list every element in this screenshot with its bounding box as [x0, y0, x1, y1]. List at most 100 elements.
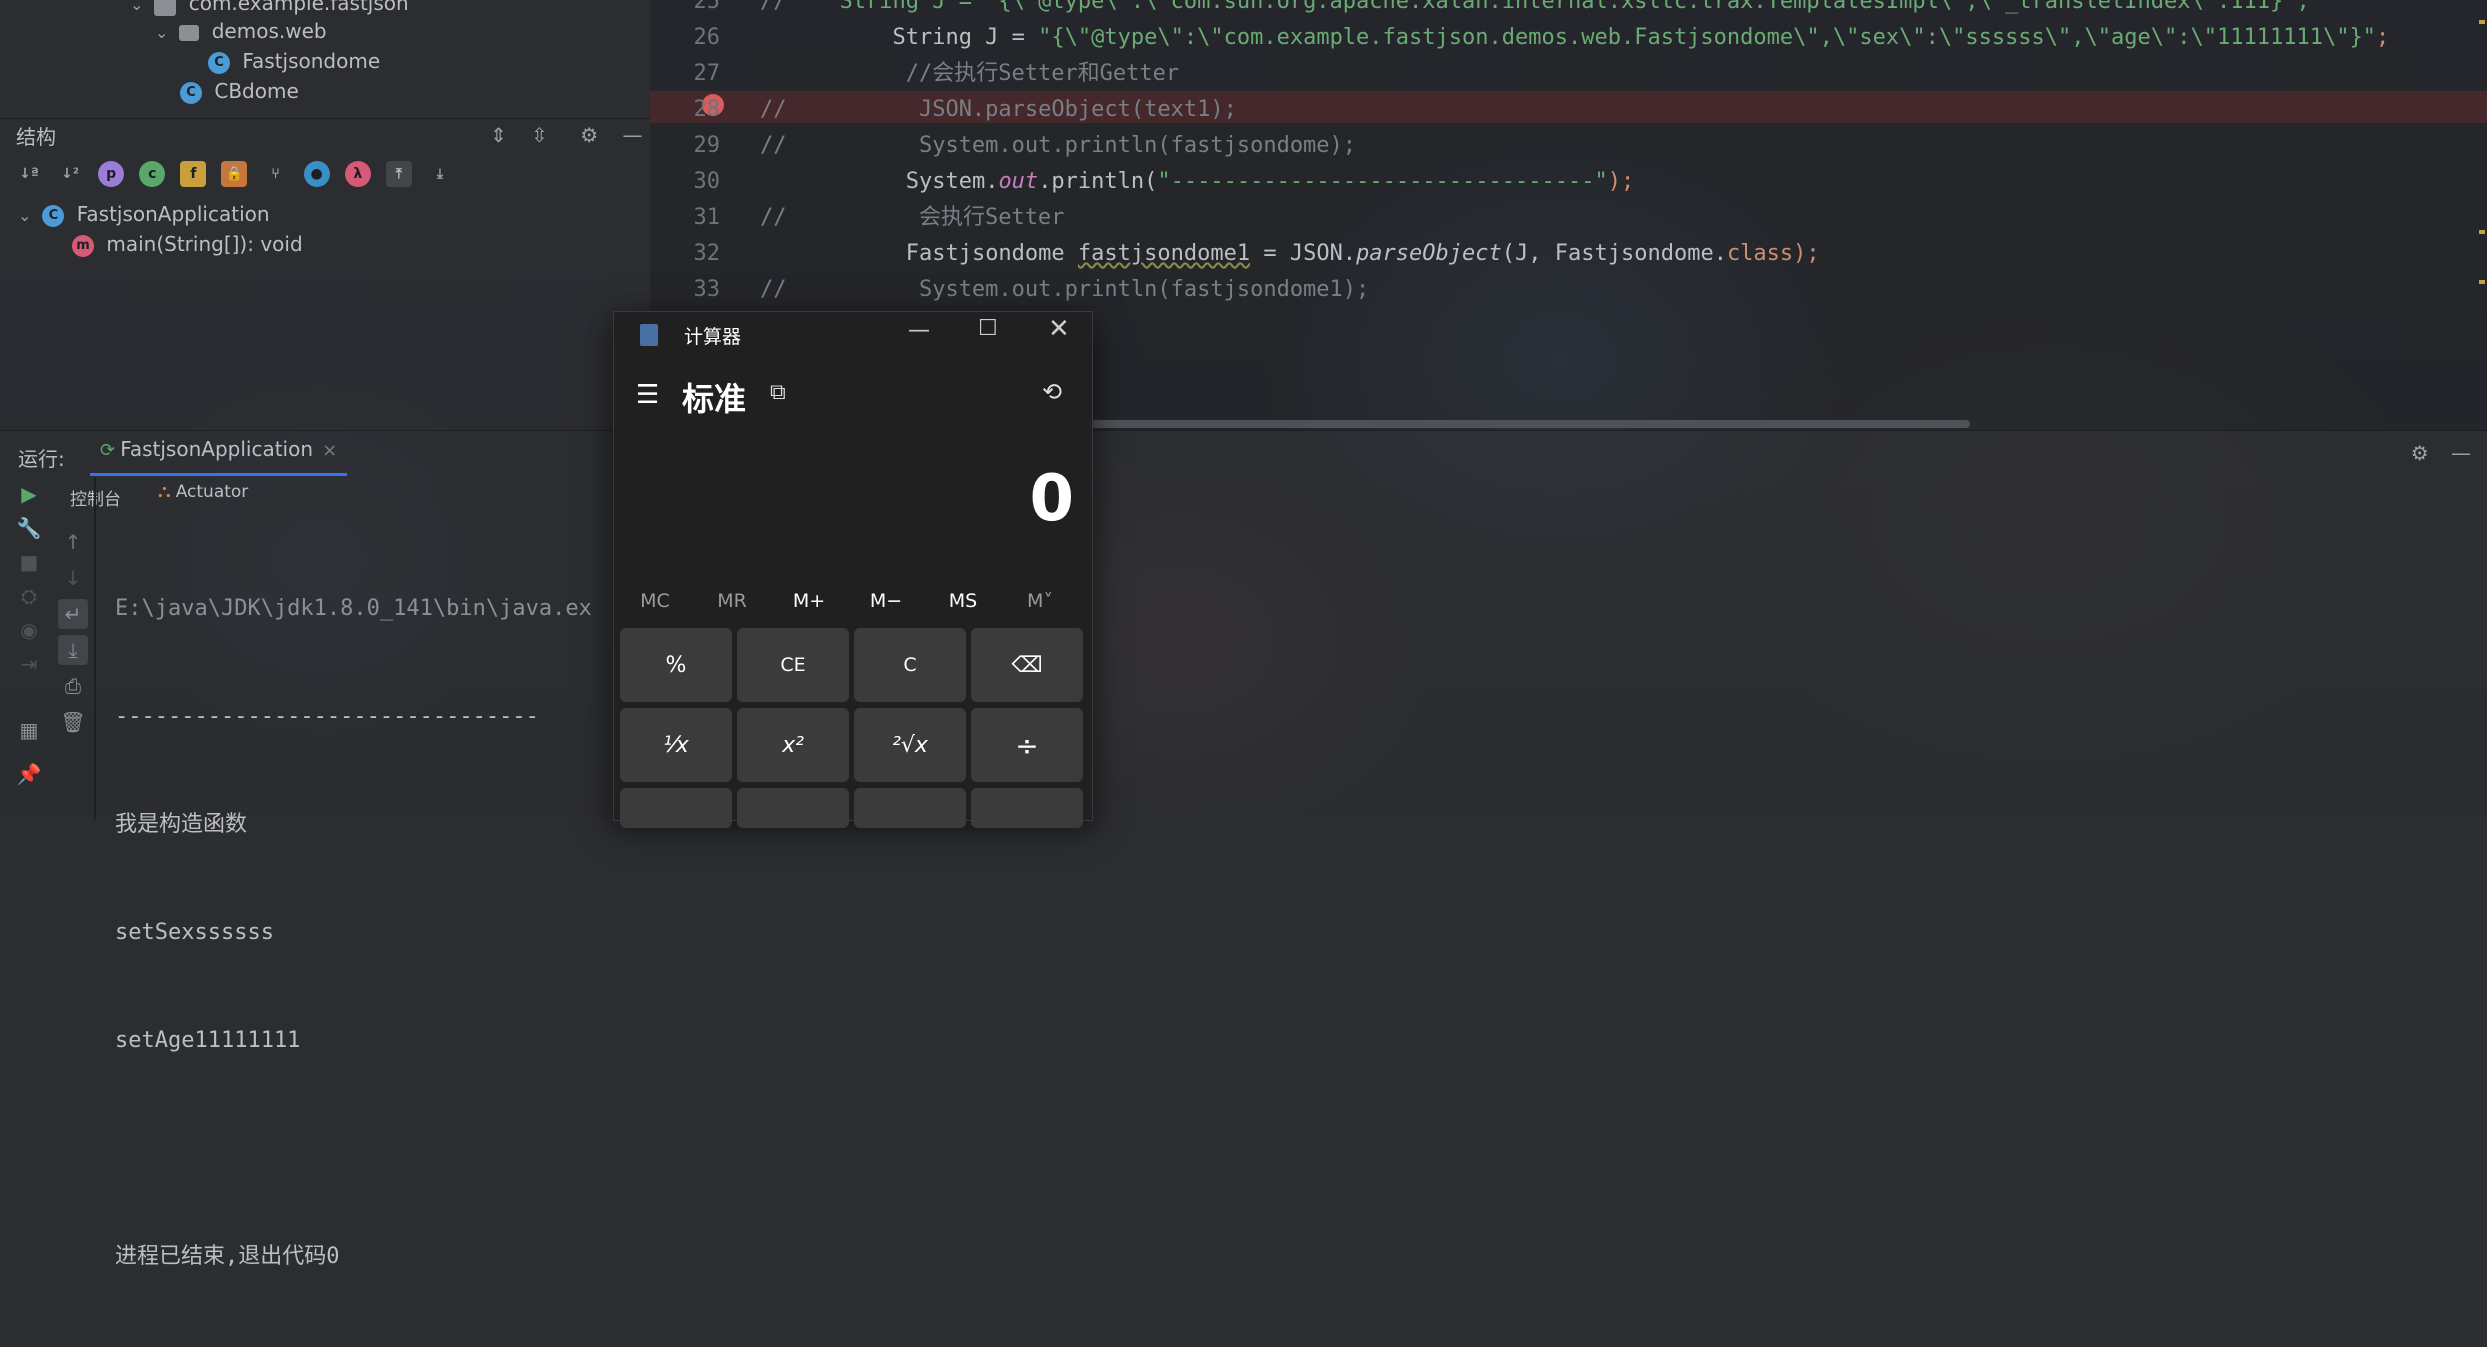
gear-icon[interactable]: ⚙	[580, 123, 598, 147]
memory-clear-button[interactable]: MC	[620, 590, 690, 612]
console-line: --------------------------------	[115, 704, 539, 729]
menu-icon[interactable]: ☰	[636, 380, 659, 410]
scroll-to-end-icon[interactable]: ⤓	[58, 635, 88, 665]
autoscroll-from-source-icon[interactable]: ⤓	[427, 161, 453, 187]
maximize-button[interactable]: ☐	[978, 316, 998, 341]
clear-button[interactable]: C	[854, 628, 966, 702]
memory-list-button[interactable]: M˅	[1005, 590, 1075, 612]
memory-recall-button[interactable]: MR	[697, 590, 767, 612]
code-line[interactable]: // System.out.println(fastjsondome);	[760, 128, 2389, 164]
memory-add-button[interactable]: M+	[774, 590, 844, 612]
run-tab[interactable]: ⟳ FastjsonApplication ×	[90, 437, 348, 476]
code-line[interactable]: //会执行Setter和Getter	[760, 56, 2389, 92]
method-icon: m	[72, 234, 94, 257]
memory-subtract-button[interactable]: M−	[851, 590, 921, 612]
comment-prefix: //	[760, 205, 787, 230]
tree-item-demos-web[interactable]: ⌄ demos.web	[155, 16, 327, 46]
show-inherited-icon[interactable]: c	[139, 161, 166, 187]
stop-icon[interactable]: ■	[14, 547, 44, 577]
gear-icon[interactable]: ⚙	[2411, 441, 2429, 465]
square-root-button[interactable]: ²√x	[854, 708, 966, 782]
code-line[interactable]: System.out.println("--------------------…	[760, 164, 2389, 200]
backspace-button[interactable]: ⌫	[971, 628, 1083, 702]
pin-icon[interactable]: 📌	[14, 759, 44, 789]
code-token: );	[1607, 169, 1635, 194]
code-line[interactable]: // String J = "{\"@type\":\"com.sun.org.…	[760, 0, 2389, 20]
sort-alpha-icon[interactable]: ↓ª	[16, 161, 42, 187]
sort-visibility-icon[interactable]: ↓²	[57, 161, 83, 187]
structure-method-item[interactable]: m main(String[]): void	[72, 229, 303, 259]
display-value: 0	[1029, 462, 1074, 536]
mode-title: 标准	[682, 380, 747, 418]
run-label: 运行:	[18, 447, 65, 471]
spring-app-icon: ⟳	[100, 440, 116, 461]
code-line[interactable]: Fastjsondome fastjsondome1 = JSON.parseO…	[760, 236, 2389, 272]
collapse-all-icon[interactable]: ⇳	[531, 123, 548, 147]
show-properties-icon[interactable]: p	[98, 161, 125, 187]
show-lambdas-icon[interactable]: ●	[303, 161, 330, 187]
minimize-icon[interactable]: —	[2451, 441, 2471, 465]
down-arrow-icon[interactable]: ↓	[58, 563, 88, 593]
code-token: );	[1793, 241, 1820, 266]
reciprocal-button[interactable]: ⅟x	[620, 708, 732, 782]
soft-wrap-icon[interactable]: ↵	[58, 599, 88, 629]
code-line[interactable]: // JSON.parseObject(text1);	[760, 92, 2389, 128]
code-line[interactable]: // System.out.println(fastjsondome1);	[760, 272, 2389, 308]
expand-all-icon[interactable]: ⇕	[490, 123, 507, 147]
structure-title: 结构	[16, 125, 56, 149]
line-number: 29	[693, 133, 721, 158]
code-token: (J, Fastjsondome.	[1501, 241, 1727, 266]
warning-stripe	[2479, 20, 2485, 24]
subtab-actuator[interactable]: ⛬ Actuator	[158, 481, 248, 502]
wrench-icon[interactable]: 🔧	[14, 513, 44, 543]
percent-button[interactable]: %	[620, 628, 732, 702]
rerun-icon[interactable]: ▶	[14, 479, 44, 509]
calc-button-partial[interactable]	[620, 788, 732, 828]
autoscroll-to-source-icon[interactable]: ⤒	[385, 161, 412, 187]
show-non-public-icon[interactable]: 🔒	[221, 161, 248, 187]
history-icon[interactable]: ⟲	[1042, 378, 1062, 406]
code-token: ;	[2375, 25, 2390, 50]
calc-button-partial[interactable]	[737, 788, 849, 828]
line-number: 25	[693, 0, 721, 14]
tree-item-cbdome[interactable]: C CBdome	[180, 76, 299, 106]
code-line[interactable]: // 会执行Setter	[760, 200, 2389, 236]
structure-root-item[interactable]: ⌄ C FastjsonApplication	[18, 199, 270, 229]
show-lambda-icon[interactable]: λ	[344, 161, 371, 187]
keep-on-top-icon[interactable]: ⧉	[770, 380, 786, 405]
close-icon[interactable]: ×	[322, 440, 337, 461]
chevron-down-icon: ⌄	[130, 0, 144, 14]
calc-button-partial[interactable]	[971, 788, 1083, 828]
horizontal-scrollbar[interactable]	[1090, 420, 1970, 428]
trash-icon[interactable]: 🗑	[58, 707, 88, 737]
show-fields-icon[interactable]: f	[180, 161, 207, 187]
print-icon[interactable]: ⎙	[58, 671, 88, 701]
minimize-icon[interactable]: —	[623, 123, 643, 147]
console-output[interactable]: E:\java\JDK\jdk1.8.0_141\bin\java.ex ---…	[115, 519, 592, 1347]
console-line: setSexssssss	[115, 920, 274, 945]
code-line[interactable]: String J = "{\"@type\":\"com.example.fas…	[760, 20, 2389, 56]
memory-store-button[interactable]: MS	[928, 590, 998, 612]
layout-icon[interactable]: ▦	[14, 715, 44, 745]
exit-icon[interactable]: ⇥	[14, 649, 44, 679]
show-anonymous-icon[interactable]: ⑂	[263, 161, 289, 187]
calc-button-partial[interactable]	[854, 788, 966, 828]
project-panel: ⌄ com.example.fastjson ⌄ demos.web C Fas…	[0, 0, 650, 120]
code-token: "--------------------------------"	[1157, 169, 1608, 194]
code-token: System.out.println(fastjsondome);	[918, 133, 1357, 158]
restore-layout-icon[interactable]: ⛭	[14, 581, 44, 611]
divide-button[interactable]: ÷	[971, 708, 1083, 782]
tree-item-fastjsondome[interactable]: C Fastjsondome	[208, 46, 380, 76]
camera-icon[interactable]: ◉	[14, 615, 44, 645]
run-panel: 运行: ⟳ FastjsonApplication × ⚙ — 控制台 ⛬ Ac…	[0, 430, 2487, 1269]
close-button[interactable]: ✕	[1048, 314, 1070, 344]
clear-entry-button[interactable]: CE	[737, 628, 849, 702]
minimize-button[interactable]: —	[908, 318, 930, 343]
comment-prefix: //	[760, 133, 787, 158]
square-button[interactable]: x²	[737, 708, 849, 782]
up-arrow-icon[interactable]: ↑	[58, 527, 88, 557]
line-number: 27	[693, 61, 721, 86]
code-token: String J = "{\"@type\":\"com.sun.org.apa…	[839, 0, 2310, 14]
warning-stripe	[2479, 230, 2485, 234]
line-number: 31	[693, 205, 721, 230]
